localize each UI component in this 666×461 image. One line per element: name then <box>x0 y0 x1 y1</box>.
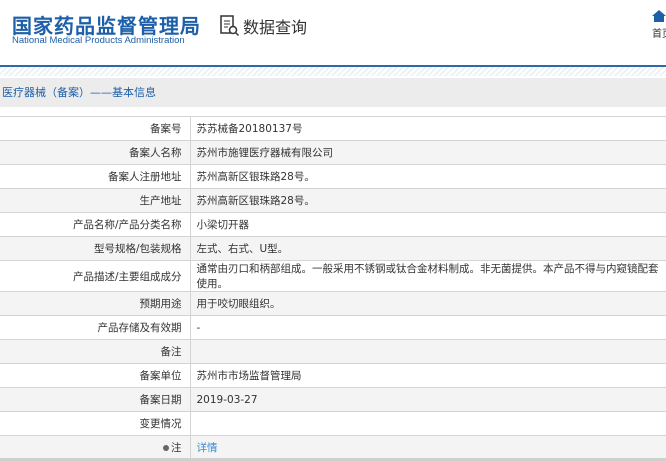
site-header: 国家药品监督管理局 National Medical Products Admi… <box>0 0 666 66</box>
table-row: 型号规格/包装规格 左式、右式、U型。 <box>0 236 666 261</box>
row-label: 备案号 <box>0 116 191 141</box>
row-value <box>190 411 666 436</box>
data-query-heading: 数据查询 <box>220 14 307 38</box>
row-value: 2019-03-27 <box>190 387 666 412</box>
row-value: 小梁切开器 <box>190 212 666 237</box>
table-row: 备注 <box>0 339 666 364</box>
row-label: 变更情况 <box>0 411 191 436</box>
row-value: 苏苏械备20180137号 <box>190 116 666 141</box>
pin-icon <box>163 444 169 451</box>
row-value: 苏州高新区银珠路28号。 <box>190 188 666 213</box>
row-label: 生产地址 <box>0 188 191 213</box>
row-label: 产品名称/产品分类名称 <box>0 212 191 237</box>
table-row: 备案单位 苏州市市场监督管理局 <box>0 363 666 388</box>
table-row-note: 注 详情 <box>0 435 666 461</box>
row-value: 苏州高新区银珠路28号。 <box>190 164 666 189</box>
table-row: 产品描述/主要组成成分 通常由刃口和柄部组成。一般采用不锈钢或钛合金材料制成。非无… <box>0 260 666 292</box>
details-link[interactable]: 详情 <box>197 442 218 454</box>
logo-subtitle: National Medical Products Administration <box>12 35 185 46</box>
query-label: 数据查询 <box>243 18 308 37</box>
row-value <box>190 339 666 364</box>
row-value: 详情 <box>190 435 666 461</box>
detail-table: 备案号 苏苏械备20180137号 备案人名称 苏州市施锂医疗器械有限公司 备案人注册地… <box>0 116 666 461</box>
table-row: 生产地址 苏州高新区银珠路28号。 <box>0 188 666 213</box>
table-row: 备案人名称 苏州市施锂医疗器械有限公司 <box>0 140 666 165</box>
section-title: 医疗器械（备案）——基本信息 <box>0 78 666 107</box>
row-label: 备案单位 <box>0 363 191 388</box>
row-value: 苏州市施锂医疗器械有限公司 <box>190 140 666 165</box>
row-value: 用于咬切眼组织。 <box>190 291 666 316</box>
table-row: 备案号 苏苏械备20180137号 <box>0 116 666 141</box>
row-value: 通常由刃口和柄部组成。一般采用不锈钢或钛合金材料制成。非无菌提供。本产品不得与内… <box>190 260 666 292</box>
row-label: 备案人名称 <box>0 140 191 165</box>
row-label: 产品描述/主要组成成分 <box>0 260 191 292</box>
decorative-stripe <box>0 67 666 76</box>
row-label: 预期用途 <box>0 291 191 316</box>
table-row: 产品名称/产品分类名称 小梁切开器 <box>0 212 666 237</box>
row-label: 型号规格/包装规格 <box>0 236 191 261</box>
row-label: 备案日期 <box>0 387 191 412</box>
row-value: 苏州市市场监督管理局 <box>190 363 666 388</box>
home-icon <box>652 10 666 22</box>
row-label: 备注 <box>0 339 191 364</box>
document-search-icon <box>220 15 240 37</box>
row-value: - <box>190 315 666 340</box>
row-label: 备案人注册地址 <box>0 164 191 189</box>
row-label: 注 <box>0 435 191 461</box>
table-row: 备案人注册地址 苏州高新区银珠路28号。 <box>0 164 666 189</box>
home-label: 首页 <box>652 29 666 40</box>
table-row: 变更情况 <box>0 411 666 436</box>
table-row: 备案日期 2019-03-27 <box>0 387 666 412</box>
row-value: 左式、右式、U型。 <box>190 236 666 261</box>
row-label: 产品存储及有效期 <box>0 315 191 340</box>
table-row: 预期用途 用于咬切眼组织。 <box>0 291 666 316</box>
table-row: 产品存储及有效期 - <box>0 315 666 340</box>
home-link[interactable]: 首页 <box>652 10 666 40</box>
